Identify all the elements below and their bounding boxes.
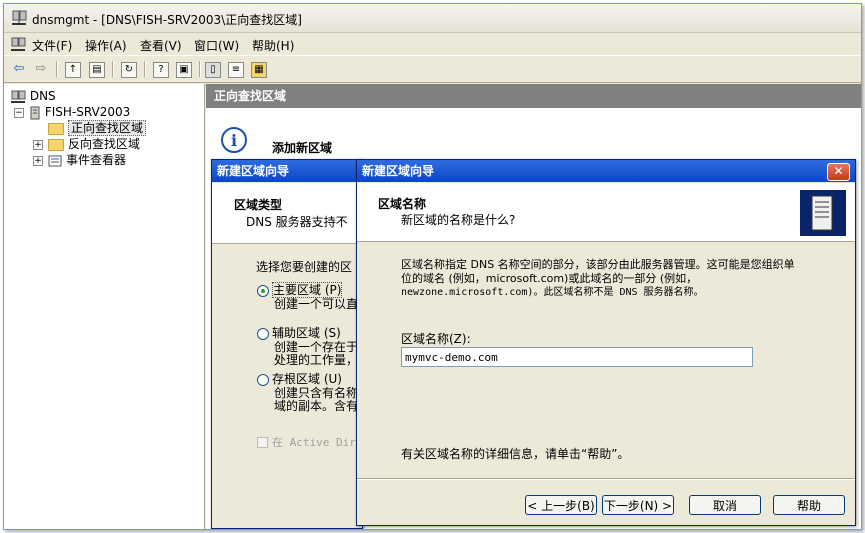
up-folder-icon[interactable]: ↑ <box>65 62 81 78</box>
wizard-back-header: 区域类型 DNS 服务器支持不 <box>212 183 362 244</box>
folder-icon <box>48 138 64 151</box>
zone-type-prompt: 选择您要创建的区 <box>256 260 353 274</box>
folder-icon <box>48 122 64 135</box>
wizard-front-title[interactable]: 新建区域向导 <box>357 160 855 182</box>
tree-label-reverse: 反向查找区域 <box>68 137 141 151</box>
tree-item-dns[interactable]: DNS <box>10 88 56 104</box>
zone-name-label: 区域名称(Z): <box>401 332 471 346</box>
desc-line: newzone.microsoft.com)。此区域名称不是 DNS 服务器名称… <box>401 287 704 298</box>
zone-name-input[interactable]: mymvc-demo.com <box>401 347 753 367</box>
radio-button[interactable] <box>257 373 269 386</box>
folder-properties-icon[interactable]: ▦ <box>251 62 267 78</box>
next-button[interactable]: 下一步(N) > <box>602 495 674 515</box>
info-icon: i <box>220 126 248 154</box>
divider <box>357 478 855 480</box>
properties-help-icon[interactable]: ? <box>153 62 169 78</box>
radio-button[interactable] <box>257 284 269 297</box>
menu-window[interactable]: 窗口(W) <box>194 37 239 54</box>
tree-item-forward-zones[interactable]: 正向查找区域 <box>48 120 147 136</box>
toolbar: ⇦ ⇨ ↑ ▤ ↻ ? ▣ ▯ ≡ ▦ <box>4 55 861 83</box>
desc-line: 区域名称指定 DNS 名称空间的部分，该部分由此服务器管理。这可能是您组织单 <box>401 258 795 271</box>
console-tree: DNS − FISH-SRV2003 正向查找区域 + 反向查找区域 + 事件查… <box>4 84 205 529</box>
tree-label-server: FISH-SRV2003 <box>44 105 131 119</box>
console-icon[interactable]: ▣ <box>176 62 192 78</box>
zone-name-help-text: 有关区域名称的详细信息，请单击“帮助”。 <box>401 447 630 461</box>
menu-help[interactable]: 帮助(H) <box>252 37 294 54</box>
option-desc: 处理的工作量， <box>274 353 359 367</box>
show-tree-icon[interactable]: ▤ <box>89 62 105 78</box>
wizard-zone-type: 新建区域向导 区域类型 DNS 服务器支持不 选择您要创建的区 主要区域 (P)… <box>211 159 363 529</box>
document-icon[interactable]: ≡ <box>228 62 244 78</box>
dns-node-icon <box>11 90 26 103</box>
tree-item-event-viewer[interactable]: 事件查看器 <box>48 152 126 168</box>
option-desc: 域的副本。含有 <box>274 399 359 413</box>
ad-integrated-checkbox[interactable]: 在 Active Dire <box>257 434 362 450</box>
wizard-front-head-sub: 新区域的名称是什么? <box>401 213 516 227</box>
menu-action[interactable]: 操作(A) <box>85 37 127 54</box>
info-title: 添加新区域 <box>272 141 333 155</box>
menu-file[interactable]: 文件(F) <box>32 37 72 54</box>
back-arrow-icon[interactable]: ⇦ <box>10 60 28 78</box>
tree-label-dns: DNS <box>29 89 56 103</box>
wizard-back-head-title: 区域类型 <box>234 198 283 212</box>
server-node-icon <box>30 106 40 119</box>
wizard-back-title[interactable]: 新建区域向导 <box>212 160 362 182</box>
cancel-button[interactable]: 取消 <box>689 495 761 515</box>
system-menu-icon[interactable] <box>10 36 26 52</box>
tree-expand-toggle[interactable]: + <box>33 156 43 166</box>
wizard-zone-name: 新建区域向导 ✕ 区域名称 新区域的名称是什么? 区域名称指定 DNS 名称空间… <box>356 159 856 526</box>
radio-button[interactable] <box>257 327 269 340</box>
zone-name-description: 区域名称指定 DNS 名称空间的部分，该部分由此服务器管理。这可能是您组织单 位… <box>401 258 841 300</box>
checkbox[interactable] <box>257 437 268 448</box>
tree-expand-toggle[interactable]: + <box>33 140 43 150</box>
zone-name-value: mymvc-demo.com <box>405 351 498 364</box>
desc-line: 位的域名 (例如，microsoft.com)或此域名的一部分 (例如， <box>401 272 698 285</box>
tree-collapse-toggle[interactable]: − <box>14 108 24 118</box>
tree-item-reverse-zones[interactable]: 反向查找区域 <box>48 136 140 152</box>
wizard-front-head-title: 区域名称 <box>378 197 427 211</box>
tree-item-server[interactable]: FISH-SRV2003 <box>29 104 130 120</box>
tree-label-events: 事件查看器 <box>66 153 127 167</box>
server-icon[interactable]: ▯ <box>205 62 221 78</box>
refresh-icon[interactable]: ↻ <box>121 62 137 78</box>
option-desc: 创建一个可以直 <box>274 297 359 311</box>
close-icon[interactable]: ✕ <box>827 163 850 181</box>
details-header: 正向查找区域 <box>206 84 861 108</box>
menu-bar: 文件(F) 操作(A) 查看(V) 窗口(W) 帮助(H) <box>4 33 861 55</box>
tree-label-forward: 正向查找区域 <box>68 120 147 136</box>
main-window: dnsmgmt - [DNS\FISH-SRV2003\正向查找区域] 文件(F… <box>3 3 862 530</box>
wizard-front-header: 区域名称 新区域的名称是什么? <box>357 183 855 242</box>
help-button[interactable]: 帮助 <box>773 495 845 515</box>
forward-arrow-icon[interactable]: ⇨ <box>32 60 50 78</box>
title-bar[interactable]: dnsmgmt - [DNS\FISH-SRV2003\正向查找区域] <box>4 4 861 33</box>
dns-app-icon <box>11 10 27 26</box>
back-button[interactable]: < 上一步(B) <box>525 495 597 515</box>
menu-view[interactable]: 查看(V) <box>140 37 182 54</box>
svg-text:i: i <box>231 131 237 150</box>
window-title: dnsmgmt - [DNS\FISH-SRV2003\正向查找区域] <box>32 13 302 27</box>
server-wizard-icon <box>800 190 846 236</box>
wizard-back-head-sub: DNS 服务器支持不 <box>246 215 348 229</box>
event-viewer-icon <box>48 155 62 166</box>
